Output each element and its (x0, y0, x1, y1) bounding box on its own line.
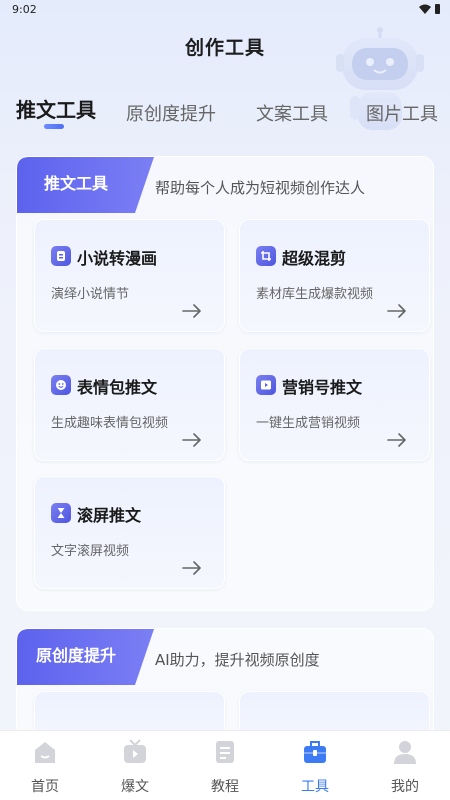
arrow-right-icon (387, 433, 406, 447)
section-subtitle: AI助力，提升视频原创度 (155, 651, 320, 669)
tab-originality[interactable]: 原创度提升 (126, 100, 216, 126)
status-icons (419, 4, 440, 14)
section-badge: 推文工具 (17, 157, 154, 213)
video-play-icon (256, 375, 276, 395)
nav-hot-articles[interactable]: 爆文 (90, 731, 180, 800)
tab-bar: 推文工具 原创度提升 文案工具 图片工具 (16, 94, 450, 134)
card-title: 小说转漫画 (77, 249, 158, 268)
card-description: 演绎小说情节 (51, 287, 130, 302)
card-title: 表情包推文 (77, 378, 158, 397)
arrow-right-icon (387, 304, 406, 318)
section-tweet-tools: 推文工具 帮助每个人成为短视频创作达人 小说转漫画 演绎小说情节 超级混剪 素材… (16, 156, 434, 611)
arrow-right-icon (182, 433, 201, 447)
card-meme-tweet[interactable]: 表情包推文 生成趣味表情包视频 (34, 348, 225, 461)
tab-tweet-tools[interactable]: 推文工具 (16, 94, 96, 123)
tab-image-tools[interactable]: 图片工具 (366, 100, 438, 126)
tab-copywriting[interactable]: 文案工具 (256, 100, 328, 126)
card-description: 一键生成营销视频 (256, 416, 361, 431)
nav-label: 爆文 (121, 779, 149, 795)
card-description: 素材库生成爆款视频 (256, 287, 374, 302)
card-marketing-tweet[interactable]: 营销号推文 一键生成营销视频 (239, 348, 430, 461)
bottom-nav: 首页 爆文 教程 工具 我的 (0, 730, 450, 800)
home-icon (35, 742, 55, 763)
section-title: 原创度提升 (35, 646, 116, 665)
arrow-right-icon (182, 561, 201, 575)
nav-label: 首页 (31, 779, 59, 795)
card-title: 营销号推文 (282, 378, 363, 397)
nav-label: 教程 (211, 779, 239, 795)
smiley-icon (51, 375, 71, 395)
card-description: 生成趣味表情包视频 (51, 416, 169, 431)
section-header: 推文工具 帮助每个人成为短视频创作达人 (17, 157, 433, 213)
card-super-remix[interactable]: 超级混剪 素材库生成爆款视频 (239, 219, 430, 332)
nav-home[interactable]: 首页 (0, 731, 90, 800)
document-icon (216, 741, 234, 763)
nav-tutorials[interactable]: 教程 (180, 731, 270, 800)
arrow-right-icon (182, 304, 201, 318)
nav-label: 工具 (301, 779, 329, 795)
tab-active-indicator (44, 124, 64, 129)
nav-tools[interactable]: 工具 (270, 731, 360, 800)
nav-profile[interactable]: 我的 (360, 731, 450, 800)
user-icon (394, 741, 416, 764)
card-description: 文字滚屏视频 (51, 544, 130, 559)
section-subtitle: 帮助每个人成为短视频创作达人 (155, 179, 366, 197)
section-title: 推文工具 (43, 174, 108, 193)
toolbox-icon (304, 741, 326, 763)
nav-label: 我的 (391, 779, 419, 795)
book-icon (51, 246, 71, 266)
status-time: 9:02 (12, 3, 37, 16)
card-novel-to-comic[interactable]: 小说转漫画 演绎小说情节 (34, 219, 225, 332)
card-scroll-tweet[interactable]: 滚屏推文 文字滚屏视频 (34, 476, 225, 589)
section-badge: 原创度提升 (17, 629, 154, 685)
card-title: 超级混剪 (282, 249, 347, 268)
hourglass-icon (51, 503, 71, 523)
tv-icon (124, 739, 146, 763)
crop-icon (256, 246, 276, 266)
battery-icon (435, 4, 440, 14)
page-title: 创作工具 (184, 37, 265, 59)
card-title: 滚屏推文 (77, 506, 142, 525)
wifi-icon (419, 4, 431, 14)
status-bar: 9:02 (0, 0, 450, 22)
section-header: 原创度提升 AI助力，提升视频原创度 (17, 629, 433, 685)
